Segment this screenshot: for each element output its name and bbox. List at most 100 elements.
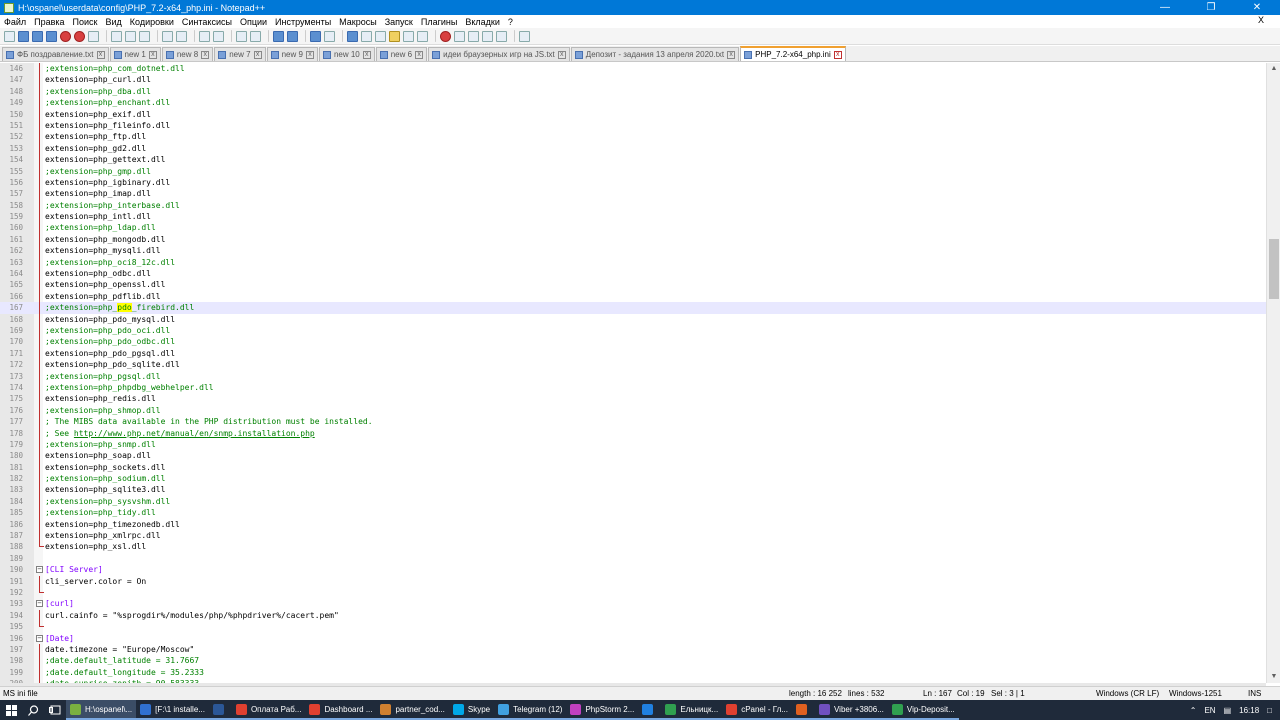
tab-close-icon[interactable]: x <box>557 50 566 59</box>
taskbar-app-2[interactable] <box>208 700 232 720</box>
fold-toggle-icon[interactable]: − <box>36 566 43 574</box>
scroll-thumb[interactable] <box>1269 239 1279 299</box>
tray-chevron-icon[interactable]: ⌃ <box>1190 706 1197 715</box>
undo-icon[interactable] <box>162 30 173 42</box>
taskbar-app-12[interactable] <box>791 700 815 720</box>
tab-close-icon[interactable]: x <box>96 50 105 59</box>
tray-network-icon[interactable]: ▤ <box>1224 706 1232 715</box>
macro-run-multiple-icon[interactable] <box>482 30 493 42</box>
tab-3[interactable]: new 7x <box>214 47 266 61</box>
indent-guide-icon[interactable] <box>347 30 358 42</box>
code-line[interactable]: 184 ;extension=php_sysvshm.dll <box>0 495 1266 508</box>
search-button[interactable] <box>22 700 44 720</box>
cut-icon[interactable] <box>111 30 122 42</box>
show-all-chars-icon[interactable] <box>324 30 335 42</box>
tab-9[interactable]: PHP_7.2-x64_php.ini x <box>740 46 846 61</box>
code-line[interactable]: 186 extension=php_timezonedb.dll <box>0 518 1266 531</box>
tab-8[interactable]: Депозит - задания 13 апреля 2020.txt x <box>570 47 740 61</box>
tab-7[interactable]: идеи браузерных игр на JS.txt x <box>428 47 570 61</box>
menu-item[interactable]: Вкладки <box>465 17 500 27</box>
code-line[interactable]: 174 ;extension=php_phpdbg_webhelper.dll <box>0 381 1266 394</box>
tab-5[interactable]: new 10 x <box>318 47 375 61</box>
code-line[interactable]: 168 extension=php_pdo_mysql.dll <box>0 313 1266 325</box>
code-line[interactable]: 171 extension=php_pdo_pgsql.dll <box>0 347 1266 360</box>
code-line[interactable]: 161 extension=php_mongodb.dll <box>0 233 1266 246</box>
tab-close-icon[interactable]: x <box>148 50 157 59</box>
code-line[interactable]: 197 date.timezone = "Europe/Moscow" <box>0 643 1266 656</box>
tab-close-icon[interactable]: x <box>305 50 314 59</box>
code-line[interactable]: 172 extension=php_pdo_sqlite.dll <box>0 359 1266 371</box>
code-line[interactable]: 190 − [CLI Server] <box>0 564 1266 575</box>
code-line[interactable]: 199 ;date.default_longitude = 35.2333 <box>0 666 1266 679</box>
tab-6[interactable]: new 6x <box>375 47 428 61</box>
taskbar-app-14[interactable]: Vip-Deposit... <box>887 700 959 720</box>
code-line[interactable]: 166 extension=php_pdflib.dll <box>0 290 1266 303</box>
close-all-icon[interactable] <box>74 30 85 42</box>
maximize-button[interactable]: ❐ <box>1188 0 1234 15</box>
taskbar-app-0[interactable]: H:\ospanel\... <box>66 700 137 720</box>
fold-toggle-icon[interactable]: − <box>36 600 43 608</box>
code-line[interactable]: 196 − [Date] <box>0 633 1266 644</box>
macro-stop-icon[interactable] <box>454 30 465 42</box>
menu-item[interactable]: Кодировки <box>130 17 174 27</box>
code-line[interactable]: 195 <box>0 621 1266 632</box>
menu-item[interactable]: Плагины <box>421 17 457 27</box>
open-file-icon[interactable] <box>18 30 29 42</box>
menu-item[interactable]: Запуск <box>385 17 413 27</box>
menu-item[interactable]: Поиск <box>73 17 98 27</box>
vertical-scrollbar[interactable]: ▲ ▼ <box>1266 63 1280 683</box>
taskbar-app-13[interactable]: Viber +3806... <box>814 700 888 720</box>
code-line[interactable]: 181 extension=php_sockets.dll <box>0 461 1266 474</box>
code-link[interactable]: http://www.php.net/manual/en/snmp.instal… <box>74 429 315 438</box>
menu-item[interactable]: Синтаксисы <box>182 17 232 27</box>
doc-map-icon[interactable] <box>375 30 386 42</box>
menu-item[interactable]: Макросы <box>339 17 377 27</box>
udl-icon[interactable] <box>361 30 372 42</box>
code-line[interactable]: 162 extension=php_mysqli.dll <box>0 245 1266 257</box>
code-line[interactable]: 185 ;extension=php_tidy.dll <box>0 507 1266 519</box>
function-list-icon[interactable] <box>389 30 400 42</box>
redo-icon[interactable] <box>176 30 187 42</box>
copy-icon[interactable] <box>125 30 136 42</box>
taskbar-app-3[interactable]: Оплата Раб... <box>231 700 306 720</box>
code-line[interactable]: 179 ;extension=php_snmp.dll <box>0 438 1266 451</box>
code-line[interactable]: 189 <box>0 553 1266 564</box>
scroll-up-icon[interactable]: ▲ <box>1267 63 1280 75</box>
code-line[interactable]: 158 ;extension=php_interbase.dll <box>0 199 1266 212</box>
code-line[interactable]: 191 cli_server.color = On <box>0 575 1266 587</box>
code-line[interactable]: 182 ;extension=php_sodium.dll <box>0 473 1266 485</box>
code-line[interactable]: 169 ;extension=php_pdo_oci.dll <box>0 324 1266 337</box>
paste-icon[interactable] <box>139 30 150 42</box>
taskbar-app-8[interactable]: PhpStorm 2... <box>566 700 639 720</box>
tab-0[interactable]: ФБ поздравление.txt x <box>2 47 109 61</box>
code-line[interactable]: 159 extension=php_intl.dll <box>0 211 1266 223</box>
code-line[interactable]: 177 ; The MIBS data available in the PHP … <box>0 416 1266 428</box>
task-view-button[interactable] <box>44 700 66 720</box>
code-line[interactable]: 163 ;extension=php_oci8_12c.dll <box>0 256 1266 269</box>
code-line[interactable]: 173 ;extension=php_pgsql.dll <box>0 370 1266 382</box>
code-line[interactable]: 170 ;extension=php_pdo_odbc.dll <box>0 336 1266 348</box>
code-line[interactable]: 176 ;extension=php_shmop.dll <box>0 404 1266 417</box>
print-icon[interactable] <box>88 30 99 42</box>
code-line[interactable]: 154 extension=php_gettext.dll <box>0 154 1266 166</box>
taskbar-app-7[interactable]: Telegram (12) <box>494 700 567 720</box>
tab-close-icon[interactable]: x <box>253 50 262 59</box>
tab-close-icon[interactable]: x <box>362 50 371 59</box>
find-icon[interactable] <box>199 30 210 42</box>
code-line[interactable]: 147 extension=php_curl.dll <box>0 74 1266 86</box>
doc-switcher-icon[interactable] <box>417 30 428 42</box>
code-line[interactable]: 151 extension=php_fileinfo.dll <box>0 119 1266 132</box>
code-line[interactable]: 175 extension=php_redis.dll <box>0 393 1266 405</box>
tab-close-icon[interactable]: x <box>415 50 424 59</box>
code-line[interactable]: 187 extension=php_xmlrpc.dll <box>0 530 1266 542</box>
taskbar-app-11[interactable]: cPanel - Гл... <box>722 700 792 720</box>
code-line[interactable]: 150 extension=php_exif.dll <box>0 108 1266 120</box>
minimize-button[interactable]: — <box>1142 0 1188 15</box>
menu-item[interactable]: Правка <box>34 17 64 27</box>
code-line[interactable]: 160 ;extension=php_ldap.dll <box>0 222 1266 234</box>
code-line[interactable]: 165 extension=php_openssl.dll <box>0 279 1266 291</box>
code-line[interactable]: 180 extension=php_soap.dll <box>0 450 1266 462</box>
code-line[interactable]: 167 ;extension=php_pdo_firebird.dll <box>0 302 1266 314</box>
zoom-in-icon[interactable] <box>236 30 247 42</box>
word-wrap-icon[interactable] <box>310 30 321 42</box>
